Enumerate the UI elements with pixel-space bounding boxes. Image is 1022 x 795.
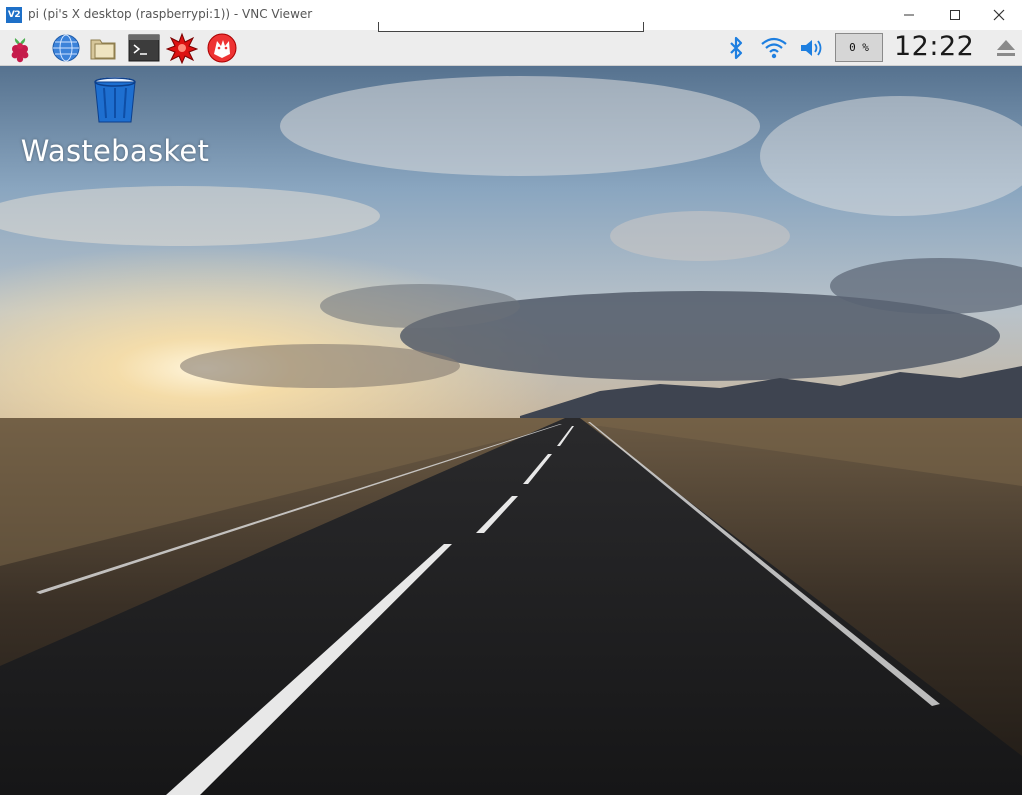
volume-icon [801, 40, 822, 56]
bluetooth-icon [730, 36, 743, 60]
desktop[interactable]: Wastebasket [0, 66, 1022, 795]
close-icon [993, 9, 1005, 21]
eject-icon [997, 40, 1015, 56]
vnc-viewer-logo-icon: V2 [6, 7, 22, 23]
raspberry-menu-icon [11, 38, 29, 63]
web-browser-icon [52, 34, 80, 62]
desktop-icon-wastebasket[interactable]: Wastebasket [20, 74, 210, 184]
taskbar-panel: 0 % 12:22 [0, 30, 1022, 66]
web-browser-button[interactable] [50, 32, 82, 64]
wifi-button[interactable] [760, 34, 788, 62]
maximize-button[interactable] [932, 0, 978, 30]
math-kernel-icon [166, 32, 198, 64]
wolfram-icon [207, 33, 237, 63]
file-manager-icon [90, 39, 116, 60]
vnc-toolbar-handle[interactable] [378, 22, 644, 32]
minimize-button[interactable] [886, 0, 932, 30]
maximize-icon [950, 10, 960, 20]
desktop-icon-label: Wastebasket [20, 134, 210, 168]
file-manager-button[interactable] [88, 32, 120, 64]
terminal-button[interactable] [128, 32, 160, 64]
minimize-icon [904, 14, 914, 16]
volume-button[interactable] [798, 34, 826, 62]
eject-button[interactable] [992, 34, 1020, 62]
wolfram-button[interactable] [206, 32, 238, 64]
cpu-usage-monitor[interactable]: 0 % [835, 33, 883, 62]
bluetooth-button[interactable] [722, 34, 750, 62]
close-button[interactable] [976, 0, 1022, 30]
math-kernel-button[interactable] [166, 32, 198, 64]
terminal-icon [128, 34, 160, 62]
wifi-icon [761, 37, 787, 59]
clock[interactable]: 12:22 [894, 31, 974, 62]
window-title: pi (pi's X desktop (raspberrypi:1)) - VN… [28, 7, 313, 21]
trash-icon [94, 77, 136, 123]
raspberry-menu-button[interactable] [4, 32, 36, 64]
